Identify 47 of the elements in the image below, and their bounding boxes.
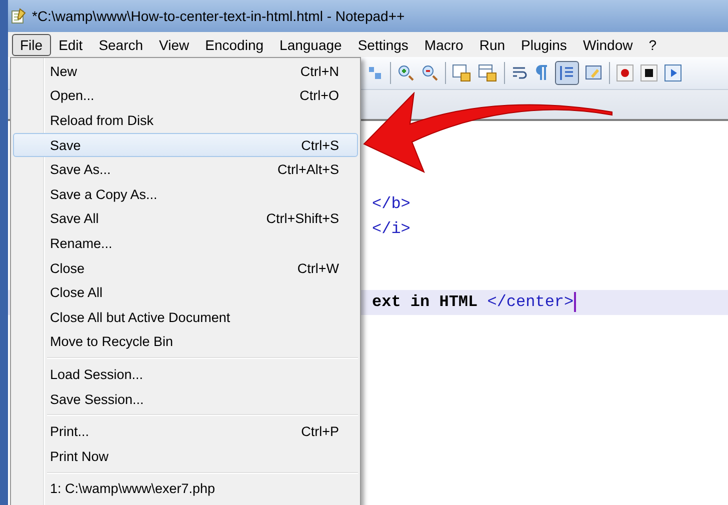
menu-entry[interactable]: Save Session... <box>13 386 358 412</box>
menu-entry[interactable]: Close All but Active Document <box>13 304 358 330</box>
window-title: *C:\wamp\www\How-to-center-text-in-html.html - Notepad++ <box>32 8 405 24</box>
menu-item[interactable]: Language <box>272 34 350 56</box>
menu-item[interactable]: Window <box>574 34 641 56</box>
play-icon[interactable] <box>664 64 682 82</box>
menu-item[interactable]: Run <box>471 34 514 56</box>
menu-item[interactable]: Macro <box>416 34 472 56</box>
menu-entry[interactable]: 1: C:\wamp\www\exer7.php <box>13 476 358 502</box>
menu-item[interactable]: Encoding <box>197 34 272 56</box>
menu-entry[interactable]: Load Session... <box>13 362 358 387</box>
indent-guide-icon <box>558 64 576 82</box>
sync-vertical-icon[interactable] <box>452 64 472 82</box>
menu-item[interactable]: Settings <box>350 34 416 56</box>
indent-guide-button[interactable] <box>555 61 579 85</box>
menu-item[interactable]: File <box>12 34 51 56</box>
text-caret <box>574 292 576 312</box>
sync-horizontal-icon[interactable] <box>478 64 498 82</box>
menu-item[interactable]: Search <box>90 34 152 56</box>
menu-entry[interactable]: Rename... <box>13 231 358 256</box>
menu-item[interactable]: View <box>151 34 198 56</box>
document-map-icon[interactable] <box>585 64 603 82</box>
menu-entry[interactable]: Open... Ctrl+O <box>13 84 358 108</box>
notepad-icon <box>10 8 26 24</box>
menu-entry[interactable]: Save All Ctrl+Shift+S <box>13 206 358 232</box>
menu-item[interactable]: Plugins <box>513 34 575 56</box>
menu-entry[interactable]: Reload from Disk <box>13 108 358 133</box>
code-line: </b> <box>372 195 410 214</box>
menu-entry[interactable]: Close All <box>13 280 358 305</box>
zoom-in-icon[interactable] <box>397 64 415 82</box>
menu-entry[interactable]: Print Now <box>13 444 358 468</box>
menu-entry[interactable]: Save a Copy As... <box>13 182 358 207</box>
menu-entry[interactable]: New Ctrl+N <box>13 59 358 84</box>
menu-entry[interactable]: Save As... Ctrl+Alt+S <box>13 157 358 182</box>
word-wrap-icon[interactable] <box>511 64 529 82</box>
code-line: </i> <box>372 220 410 238</box>
code-line: ext in HTML </center> <box>372 293 574 312</box>
stop-icon[interactable] <box>640 64 658 82</box>
menu-entry[interactable]: Save Ctrl+S <box>13 132 358 158</box>
record-icon[interactable] <box>616 64 634 82</box>
zoom-out-icon[interactable] <box>421 64 439 82</box>
menu-entry[interactable]: Close Ctrl+W <box>13 256 358 280</box>
menu-item[interactable]: Edit <box>50 34 91 56</box>
menu-entry[interactable]: Print... Ctrl+P <box>13 419 358 444</box>
menu-entry[interactable]: Move to Recycle Bin <box>13 330 358 354</box>
menu-item[interactable]: ? <box>640 34 665 56</box>
pilcrow-icon[interactable] <box>535 64 549 82</box>
